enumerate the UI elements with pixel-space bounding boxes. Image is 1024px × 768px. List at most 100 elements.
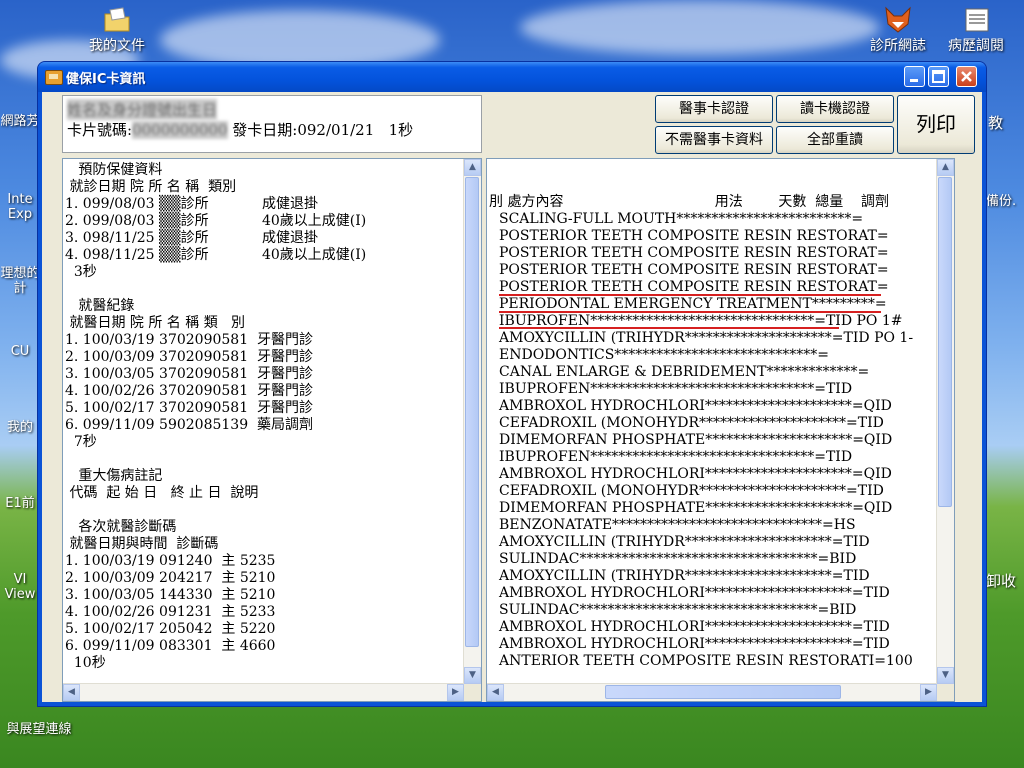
print-button[interactable]: 列印 [897,95,975,154]
text-line: 3秒 [65,264,97,280]
desktop-left-label[interactable]: 與展望連線 [4,722,74,737]
card-no-label: 卡片號碼: [67,121,133,139]
left-info-pane[interactable]: 預防保健資料 就診日期 院 所 名 稱 類別 1. 099/08/03 ▒▒診所 … [62,158,482,702]
text-line: 各次就醫診斷碼 [65,519,177,535]
ic-card-window: 健保IC卡資訊 姓名及身分證號出生日 卡片號碼:0000000000 發卡日期:… [38,62,986,706]
scroll-down-icon[interactable]: ▼ [464,667,481,684]
reader-auth-button[interactable]: 讀卡機認證 [776,95,894,123]
reset-all-button[interactable]: 全部重讀 [776,126,894,154]
text-line: 6. 099/11/09 083301 主 4660 [65,638,276,654]
window-title: 健保IC卡資訊 [66,72,146,87]
card-no-redacted: 0000000000 [132,121,228,139]
desktop-left-label[interactable]: 網路芳 [0,114,40,129]
scroll-up-icon[interactable]: ▲ [464,159,481,176]
desktop-icon-record-view[interactable]: 病歷調閱 [936,4,1016,55]
text-line: SULINDAC********************************… [499,551,857,567]
text-line: ANTERIOR TEETH COMPOSITE RESIN RESTORATI… [499,653,913,669]
scroll-corner [464,684,481,701]
text-line: CEFADROXIL (MONOHYDR********************… [499,483,884,499]
left-vertical-scrollbar[interactable]: ▲ ▼ [463,159,481,684]
text-line [65,502,366,519]
text-line: ENDODONTICS*****************************… [499,347,830,363]
text-line: AMOXYCILLIN (TRIHYDR********************… [499,330,914,346]
text-line: 3. 098/11/25 ▒▒診所 成健退掛 [65,230,318,246]
scroll-right-icon[interactable]: ▶ [920,684,937,701]
text-line: CANAL ENLARGE & DEBRIDEMENT*************… [499,364,870,380]
scroll-thumb[interactable] [938,177,952,507]
text-line: CEFADROXIL (MONOHYDR********************… [499,415,884,431]
desktop-right-label: 教 [988,114,1004,132]
text-line: 4. 100/02/26 091231 主 5233 [65,604,276,620]
right-vertical-scrollbar[interactable]: ▲ ▼ [936,159,954,684]
card-read-time: 1秒 [388,121,414,139]
text-line: 5. 100/02/17 3702090581 牙醫門診 [65,400,314,416]
scroll-thumb[interactable] [465,177,479,647]
right-horizontal-scrollbar[interactable]: ◀ ▶ [487,683,937,701]
title-bar[interactable]: 健保IC卡資訊 [38,62,986,92]
text-line: AMBROXOL HYDROCHLORI********************… [499,619,890,635]
doctor-card-auth-button[interactable]: 醫事卡認證 [655,95,773,123]
text-line: 2. 099/08/03 ▒▒診所 40歲以上成健(I) [65,213,367,229]
text-line: AMOXYCILLIN (TRIHYDR********************… [499,568,870,584]
red-underline [499,294,881,296]
text-line: DIMEMORFAN PHOSPHATE********************… [499,432,893,448]
scroll-left-icon[interactable]: ◀ [63,684,80,701]
desktop-left-label[interactable]: VI View [0,572,40,602]
text-line: POSTERIOR TEETH COMPOSITE RESIN RESTORAT… [499,245,889,261]
minimize-button[interactable] [904,66,925,87]
text-line: 預防保健資料 [65,162,163,178]
red-underline [499,327,839,329]
text-line: DIMEMORFAN PHOSPHATE********************… [499,500,893,516]
desktop-left-label[interactable]: 理想的計 [0,266,40,296]
left-horizontal-scrollbar[interactable]: ◀ ▶ [63,683,464,701]
text-line: IBUPROFEN*******************************… [499,381,853,397]
desktop-left-label[interactable]: E1前 [0,496,40,511]
text-line: 10秒 [65,655,106,671]
maximize-icon [932,70,945,83]
card-icon [45,70,63,85]
text-line: 就診日期 院 所 名 稱 類別 [65,179,237,195]
text-line: 就醫日期 院 所 名 稱 類 別 [65,315,246,331]
close-icon [961,71,972,82]
fox-icon [882,4,914,36]
text-line: 3. 100/03/05 144330 主 5210 [65,587,276,603]
text-line: 2. 100/03/09 3702090581 牙醫門診 [65,349,314,365]
document-icon [960,4,992,36]
text-line: 代碼 起 始 日 終 止 日 說明 [65,485,259,501]
text-line: SULINDAC********************************… [499,602,857,618]
text-line: AMBROXOL HYDROCHLORI********************… [499,585,890,601]
right-prescription-pane[interactable]: 刖 處方內容 用法 天數 總量 調劑 SCALING-FULL MOUTH***… [486,158,955,702]
text-line: 1. 100/03/19 091240 主 5235 [65,553,276,569]
scroll-down-icon[interactable]: ▼ [937,667,954,684]
folder-icon [101,4,133,36]
text-line: 就醫日期與時間 診斷碼 [65,536,219,552]
desktop-left-label[interactable]: Inte Exp [0,192,40,222]
desktop-icon-my-documents[interactable]: 我的文件 [77,4,157,55]
text-line: BENZONATATE*****************************… [499,517,856,533]
text-line: 5. 100/02/17 205042 主 5220 [65,621,276,637]
text-line: POSTERIOR TEETH COMPOSITE RESIN RESTORAT… [499,262,889,278]
left-info-text: 預防保健資料 就診日期 院 所 名 稱 類別 1. 099/08/03 ▒▒診所 … [65,162,366,672]
scroll-left-icon[interactable]: ◀ [487,684,504,701]
scroll-right-icon[interactable]: ▶ [447,684,464,701]
text-line [65,281,366,298]
window-client: 姓名及身分證號出生日 卡片號碼:0000000000 發卡日期:092/01/2… [42,92,982,702]
text-line: 重大傷病註記 [65,468,163,484]
text-line: 7秒 [65,434,97,450]
maximize-button[interactable] [928,66,949,87]
desktop-left-label[interactable]: 我的 [0,420,40,435]
no-doctor-card-button[interactable]: 不需醫事卡資料 [655,126,773,154]
prescription-text: SCALING-FULL MOUTH**********************… [499,211,913,670]
text-line: 1. 100/03/19 3702090581 牙醫門診 [65,332,314,348]
close-button[interactable] [956,66,977,87]
scroll-up-icon[interactable]: ▲ [937,159,954,176]
scroll-thumb-horizontal[interactable] [605,685,841,699]
text-line: 3. 100/03/05 3702090581 牙醫門診 [65,366,314,382]
desktop-left-label[interactable]: CU [0,344,40,359]
text-line: SCALING-FULL MOUTH**********************… [499,211,864,227]
desktop-icon-label: 診所網誌 [870,38,926,54]
patient-id-redacted: 姓名及身分證號出生日 [67,99,218,120]
text-line: AMOXYCILLIN (TRIHYDR********************… [499,534,870,550]
desktop-icon-clinic-blog[interactable]: 診所網誌 [858,4,938,55]
text-line: AMBROXOL HYDROCHLORI********************… [499,398,892,414]
